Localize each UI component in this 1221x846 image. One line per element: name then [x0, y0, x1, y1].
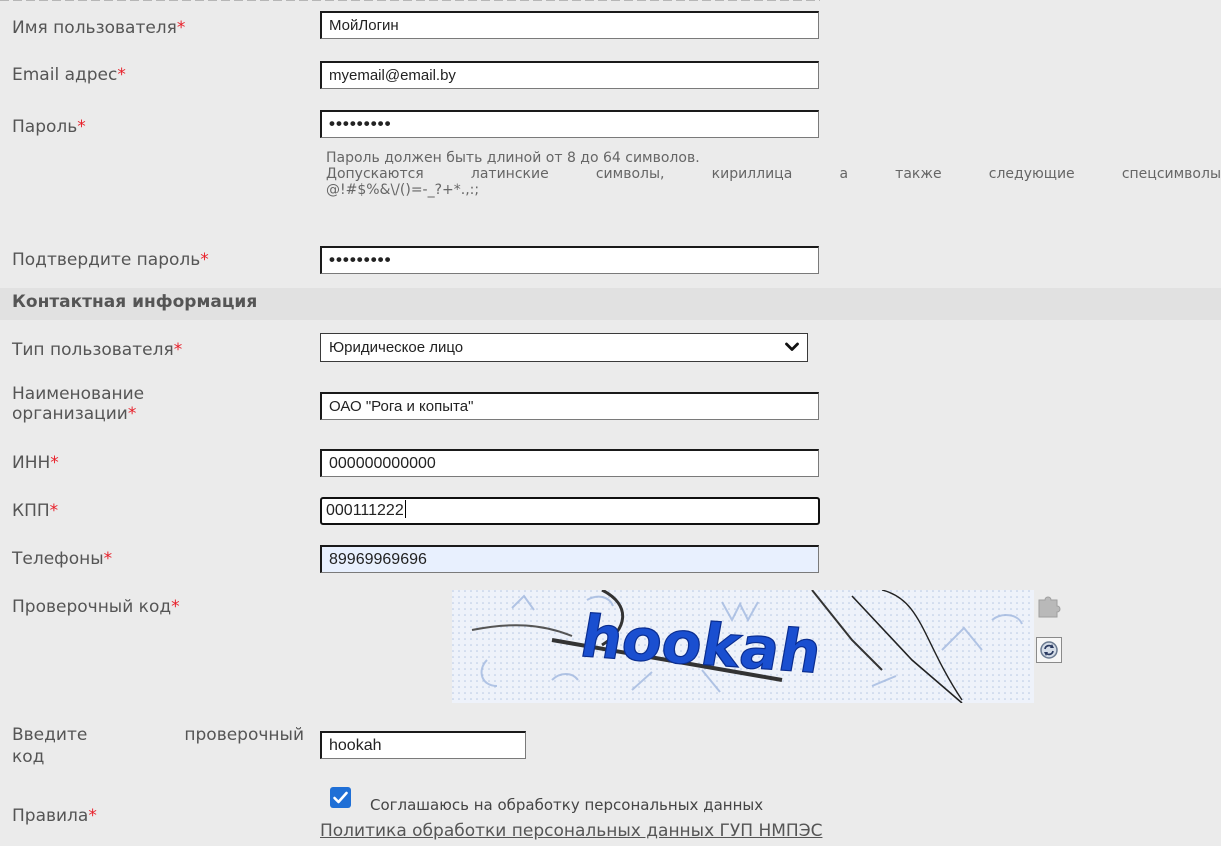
- puzzle-icon[interactable]: [1036, 592, 1062, 618]
- inn-label: ИНН*: [12, 453, 59, 473]
- consent-text: Соглашаюсь на обработку персональных дан…: [370, 796, 764, 814]
- user-type-selected-value: Юридическое лицо: [329, 339, 464, 356]
- phones-input[interactable]: 89969969696: [320, 545, 819, 573]
- clipped-top-line: [0, 0, 820, 2]
- inn-input[interactable]: 000000000000: [320, 449, 819, 477]
- username-label: Имя пользователя*: [12, 18, 186, 38]
- username-input[interactable]: МойЛогин: [320, 11, 819, 39]
- password-hint: Пароль должен быть длиной от 8 до 64 сим…: [326, 150, 1221, 198]
- org-name-input[interactable]: ОАО "Рога и копыта": [320, 392, 819, 420]
- confirm-password-label: Подтвердите пароль*: [12, 250, 209, 270]
- password-hint-line3: @!#$%&\/()=-_?+*.,:;: [326, 182, 480, 198]
- email-label: Email адрес*: [12, 65, 126, 85]
- user-type-label: Тип пользователя*: [12, 340, 183, 360]
- captcha-image: hookah: [452, 590, 1034, 703]
- rules-label: Правила*: [12, 806, 97, 826]
- password-label: Пароль*: [12, 117, 86, 137]
- confirm-password-input[interactable]: •••••••••: [320, 246, 819, 274]
- text-caret: [404, 500, 406, 518]
- kpp-label: КПП*: [12, 501, 59, 521]
- captcha-input-label: Введите проверочный код: [12, 725, 304, 767]
- user-type-select[interactable]: Юридическое лицо: [320, 333, 808, 362]
- contact-section-title: Контактная информация: [12, 292, 258, 312]
- phones-label: Телефоны*: [12, 549, 113, 569]
- refresh-icon[interactable]: [1036, 637, 1062, 663]
- privacy-policy-link[interactable]: Политика обработки персональных данных Г…: [320, 820, 822, 842]
- checkmark-icon: [333, 791, 348, 804]
- captcha-input[interactable]: hookah: [320, 731, 526, 759]
- kpp-input-value: 000111222: [326, 502, 404, 519]
- captcha-label: Проверочный код*: [12, 597, 180, 617]
- email-input[interactable]: myemail@email.by: [320, 61, 819, 89]
- org-name-label: Наименование организации*: [12, 384, 145, 424]
- password-input[interactable]: •••••••••: [320, 110, 819, 138]
- kpp-input[interactable]: 000111222: [320, 497, 820, 525]
- captcha-graphic: hookah: [452, 590, 1034, 703]
- password-hint-line2: Допускаются латинские символы, кириллица…: [326, 166, 1221, 182]
- password-hint-line1: Пароль должен быть длиной от 8 до 64 сим…: [326, 150, 700, 166]
- refresh-glyph: [1040, 641, 1058, 659]
- consent-checkbox[interactable]: [330, 787, 351, 808]
- chevron-down-icon: [785, 342, 799, 351]
